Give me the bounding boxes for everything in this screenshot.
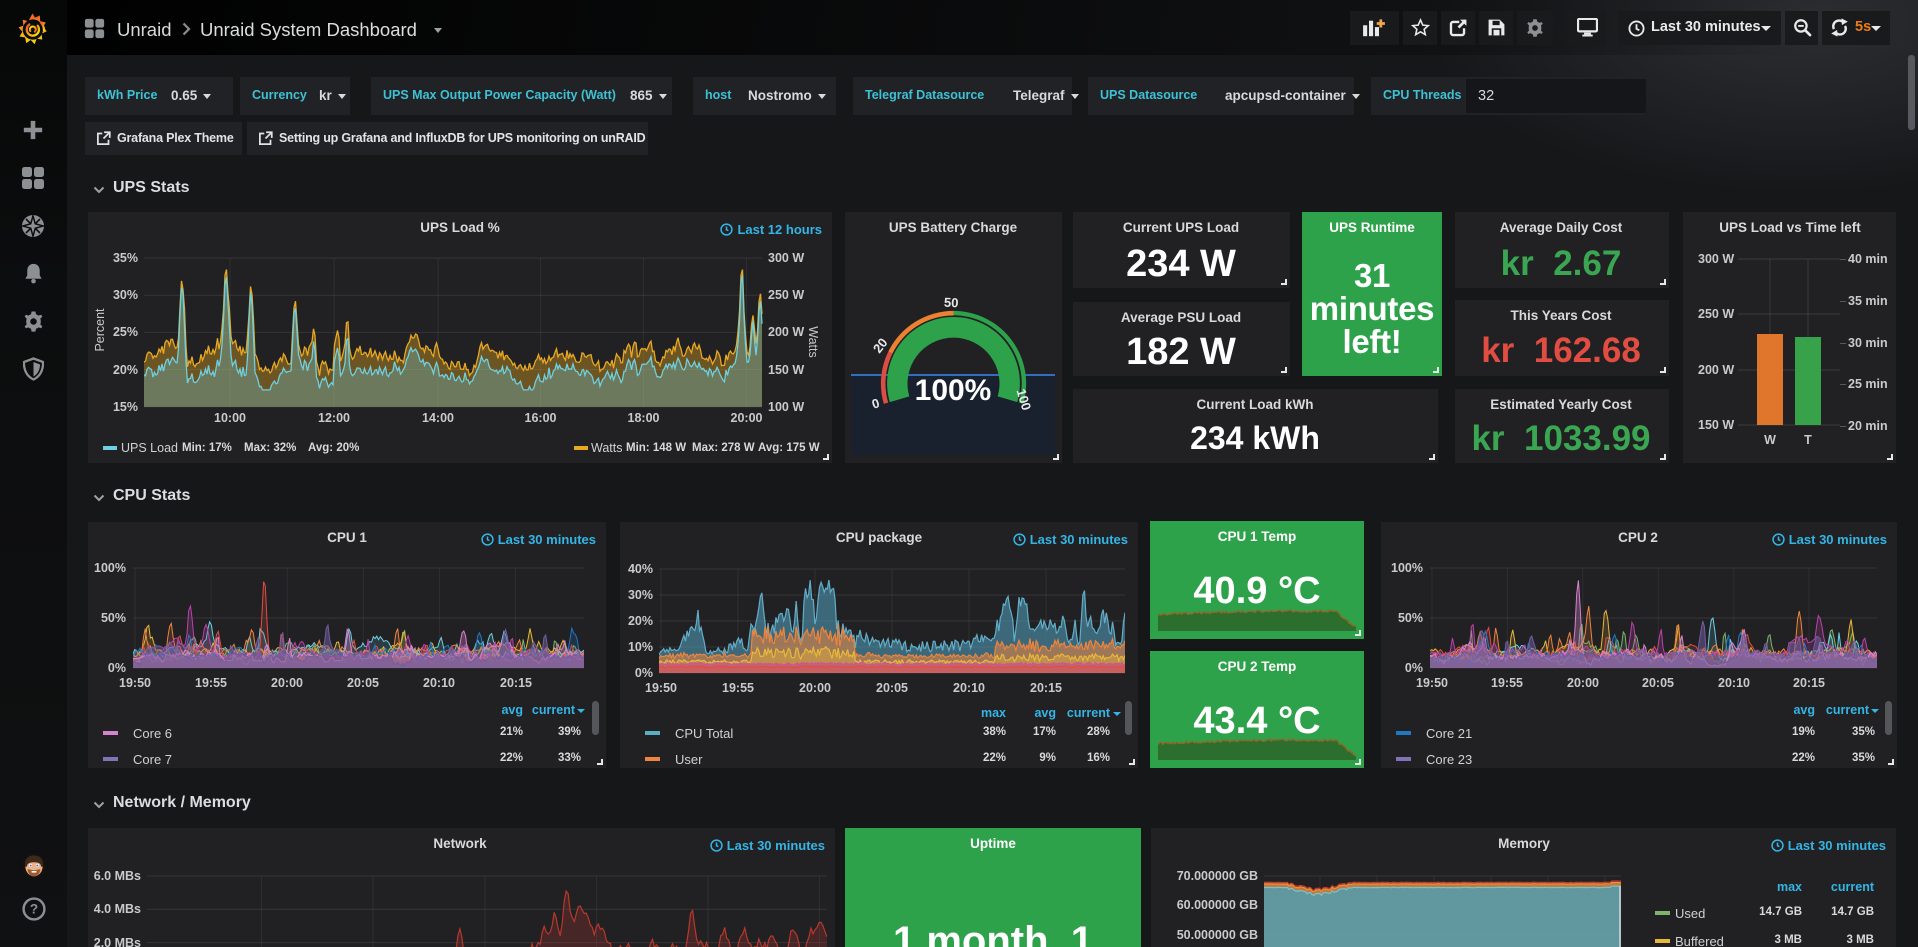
svg-text:?: ? xyxy=(30,902,38,917)
